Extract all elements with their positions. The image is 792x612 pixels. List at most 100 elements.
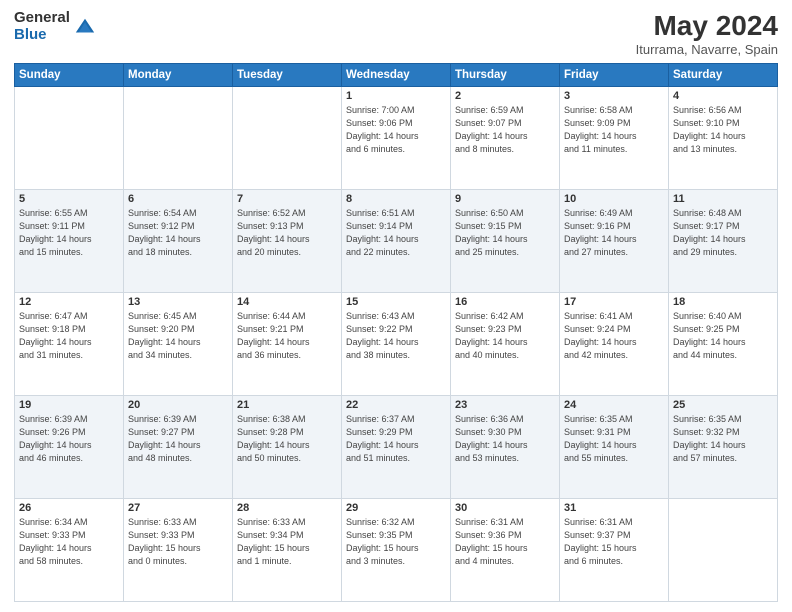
calendar-cell: 18 Sunrise: 6:40 AM Sunset: 9:25 PM Dayli… [669,293,778,396]
header-sunday: Sunday [15,64,124,87]
header-thursday: Thursday [451,64,560,87]
header-saturday: Saturday [669,64,778,87]
subtitle: Iturrama, Navarre, Spain [636,42,778,57]
header-tuesday: Tuesday [233,64,342,87]
calendar-cell: 23 Sunrise: 6:36 AM Sunset: 9:30 PM Dayli… [451,396,560,499]
day-detail: Sunrise: 6:44 AM Sunset: 9:21 PM Dayligh… [237,310,337,362]
page-header: General Blue May 2024 Iturrama, Navarre,… [14,10,778,57]
week-row-2: 12 Sunrise: 6:47 AM Sunset: 9:18 PM Dayli… [15,293,778,396]
calendar-cell: 15 Sunrise: 6:43 AM Sunset: 9:22 PM Dayli… [342,293,451,396]
day-number: 5 [19,193,119,205]
day-detail: Sunrise: 6:55 AM Sunset: 9:11 PM Dayligh… [19,207,119,259]
day-detail: Sunrise: 6:47 AM Sunset: 9:18 PM Dayligh… [19,310,119,362]
day-detail: Sunrise: 6:51 AM Sunset: 9:14 PM Dayligh… [346,207,446,259]
day-number: 31 [564,502,664,514]
day-detail: Sunrise: 6:32 AM Sunset: 9:35 PM Dayligh… [346,516,446,568]
day-number: 16 [455,296,555,308]
day-number: 27 [128,502,228,514]
calendar-cell [233,87,342,190]
header-wednesday: Wednesday [342,64,451,87]
day-number: 2 [455,90,555,102]
day-number: 24 [564,399,664,411]
calendar-cell: 10Sunrise: 6:49 AM Sunset: 9:16 PM Dayli… [560,190,669,293]
day-detail: Sunrise: 6:40 AM Sunset: 9:25 PM Dayligh… [673,310,773,362]
day-detail: Sunrise: 6:31 AM Sunset: 9:36 PM Dayligh… [455,516,555,568]
calendar-cell: 4 Sunrise: 6:56 AM Sunset: 9:10 PM Daylig… [669,87,778,190]
calendar-table: Sunday Monday Tuesday Wednesday Thursday… [14,63,778,602]
calendar-cell: 26Sunrise: 6:34 AM Sunset: 9:33 PM Dayli… [15,499,124,602]
header-row: Sunday Monday Tuesday Wednesday Thursday… [15,64,778,87]
day-number: 6 [128,193,228,205]
logo-general: General [14,10,70,27]
calendar-cell: 24Sunrise: 6:35 AM Sunset: 9:31 PM Dayli… [560,396,669,499]
calendar-cell: 2 Sunrise: 6:59 AM Sunset: 9:07 PM Daylig… [451,87,560,190]
day-number: 4 [673,90,773,102]
header-friday: Friday [560,64,669,87]
calendar-cell: 12 Sunrise: 6:47 AM Sunset: 9:18 PM Dayli… [15,293,124,396]
day-number: 22 [346,399,446,411]
day-detail: Sunrise: 6:58 AM Sunset: 9:09 PM Dayligh… [564,104,664,156]
day-detail: Sunrise: 6:35 AM Sunset: 9:32 PM Dayligh… [673,413,773,465]
day-detail: Sunrise: 6:52 AM Sunset: 9:13 PM Dayligh… [237,207,337,259]
calendar-cell [124,87,233,190]
day-number: 26 [19,502,119,514]
day-detail: Sunrise: 6:43 AM Sunset: 9:22 PM Dayligh… [346,310,446,362]
logo: General Blue [14,10,96,43]
day-number: 19 [19,399,119,411]
week-row-4: 26Sunrise: 6:34 AM Sunset: 9:33 PM Dayli… [15,499,778,602]
calendar-cell [669,499,778,602]
week-row-0: 1Sunrise: 7:00 AM Sunset: 9:06 PM Daylig… [15,87,778,190]
logo-blue: Blue [14,27,70,44]
calendar-cell: 31Sunrise: 6:31 AM Sunset: 9:37 PM Dayli… [560,499,669,602]
day-detail: Sunrise: 6:56 AM Sunset: 9:10 PM Dayligh… [673,104,773,156]
week-row-1: 5 Sunrise: 6:55 AM Sunset: 9:11 PM Daylig… [15,190,778,293]
day-number: 15 [346,296,446,308]
calendar-cell: 30 Sunrise: 6:31 AM Sunset: 9:36 PM Dayli… [451,499,560,602]
title-block: May 2024 Iturrama, Navarre, Spain [636,10,778,57]
day-detail: Sunrise: 6:54 AM Sunset: 9:12 PM Dayligh… [128,207,228,259]
day-number: 12 [19,296,119,308]
day-number: 13 [128,296,228,308]
day-number: 10 [564,193,664,205]
day-number: 25 [673,399,773,411]
logo-icon [74,16,96,38]
calendar-cell: 1Sunrise: 7:00 AM Sunset: 9:06 PM Daylig… [342,87,451,190]
calendar-cell: 25 Sunrise: 6:35 AM Sunset: 9:32 PM Dayli… [669,396,778,499]
calendar-cell: 7 Sunrise: 6:52 AM Sunset: 9:13 PM Daylig… [233,190,342,293]
day-detail: Sunrise: 6:38 AM Sunset: 9:28 PM Dayligh… [237,413,337,465]
calendar-cell [15,87,124,190]
day-detail: Sunrise: 6:39 AM Sunset: 9:27 PM Dayligh… [128,413,228,465]
day-number: 28 [237,502,337,514]
day-detail: Sunrise: 6:33 AM Sunset: 9:34 PM Dayligh… [237,516,337,568]
day-number: 30 [455,502,555,514]
day-number: 20 [128,399,228,411]
header-monday: Monday [124,64,233,87]
week-row-3: 19Sunrise: 6:39 AM Sunset: 9:26 PM Dayli… [15,396,778,499]
calendar-cell: 21 Sunrise: 6:38 AM Sunset: 9:28 PM Dayli… [233,396,342,499]
day-number: 9 [455,193,555,205]
day-detail: Sunrise: 6:41 AM Sunset: 9:24 PM Dayligh… [564,310,664,362]
day-number: 29 [346,502,446,514]
day-number: 21 [237,399,337,411]
day-detail: Sunrise: 6:33 AM Sunset: 9:33 PM Dayligh… [128,516,228,568]
day-detail: Sunrise: 6:45 AM Sunset: 9:20 PM Dayligh… [128,310,228,362]
calendar-cell: 20 Sunrise: 6:39 AM Sunset: 9:27 PM Dayli… [124,396,233,499]
day-detail: Sunrise: 7:00 AM Sunset: 9:06 PM Dayligh… [346,104,446,156]
calendar-cell: 6 Sunrise: 6:54 AM Sunset: 9:12 PM Daylig… [124,190,233,293]
day-number: 18 [673,296,773,308]
calendar-cell: 3 Sunrise: 6:58 AM Sunset: 9:09 PM Daylig… [560,87,669,190]
day-number: 8 [346,193,446,205]
calendar-cell: 11Sunrise: 6:48 AM Sunset: 9:17 PM Dayli… [669,190,778,293]
calendar-cell: 9 Sunrise: 6:50 AM Sunset: 9:15 PM Daylig… [451,190,560,293]
day-detail: Sunrise: 6:50 AM Sunset: 9:15 PM Dayligh… [455,207,555,259]
day-number: 23 [455,399,555,411]
day-number: 3 [564,90,664,102]
day-number: 7 [237,193,337,205]
day-detail: Sunrise: 6:36 AM Sunset: 9:30 PM Dayligh… [455,413,555,465]
calendar-cell: 5 Sunrise: 6:55 AM Sunset: 9:11 PM Daylig… [15,190,124,293]
main-title: May 2024 [636,10,778,42]
calendar-cell: 13 Sunrise: 6:45 AM Sunset: 9:20 PM Dayli… [124,293,233,396]
calendar-cell: 14Sunrise: 6:44 AM Sunset: 9:21 PM Dayli… [233,293,342,396]
day-detail: Sunrise: 6:59 AM Sunset: 9:07 PM Dayligh… [455,104,555,156]
day-number: 11 [673,193,773,205]
